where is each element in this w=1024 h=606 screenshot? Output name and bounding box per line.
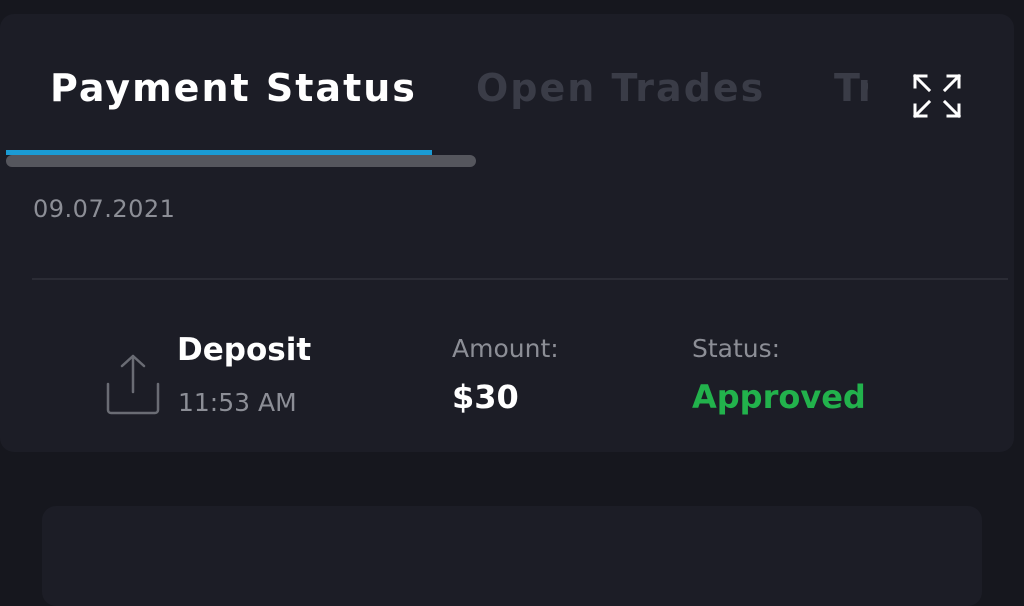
expand-arrows-icon [912,73,962,119]
payment-date: 09.07.2021 [33,195,176,223]
tab-scrollbar[interactable] [6,155,476,167]
transaction-type: Deposit [177,332,312,368]
amount-label: Amount: [452,334,559,363]
status-value: Approved [692,378,866,416]
tab-trades[interactable]: Trades [834,64,868,112]
status-label: Status: [692,334,781,363]
transaction-time: 11:53 AM [178,388,297,417]
tab-payment-status[interactable]: Payment Status [50,64,417,112]
tab-open-trades[interactable]: Open Trades [476,64,765,112]
divider [32,278,1008,280]
upload-icon [104,352,162,416]
tab-bar: Payment Status Open Trades Trades [0,14,880,167]
secondary-card [42,506,982,606]
payment-status-panel: Payment Status Open Trades Trades 09.07.… [0,14,1014,452]
amount-value: $30 [452,378,519,416]
active-tab-indicator [6,150,432,155]
expand-button[interactable] [909,70,965,122]
